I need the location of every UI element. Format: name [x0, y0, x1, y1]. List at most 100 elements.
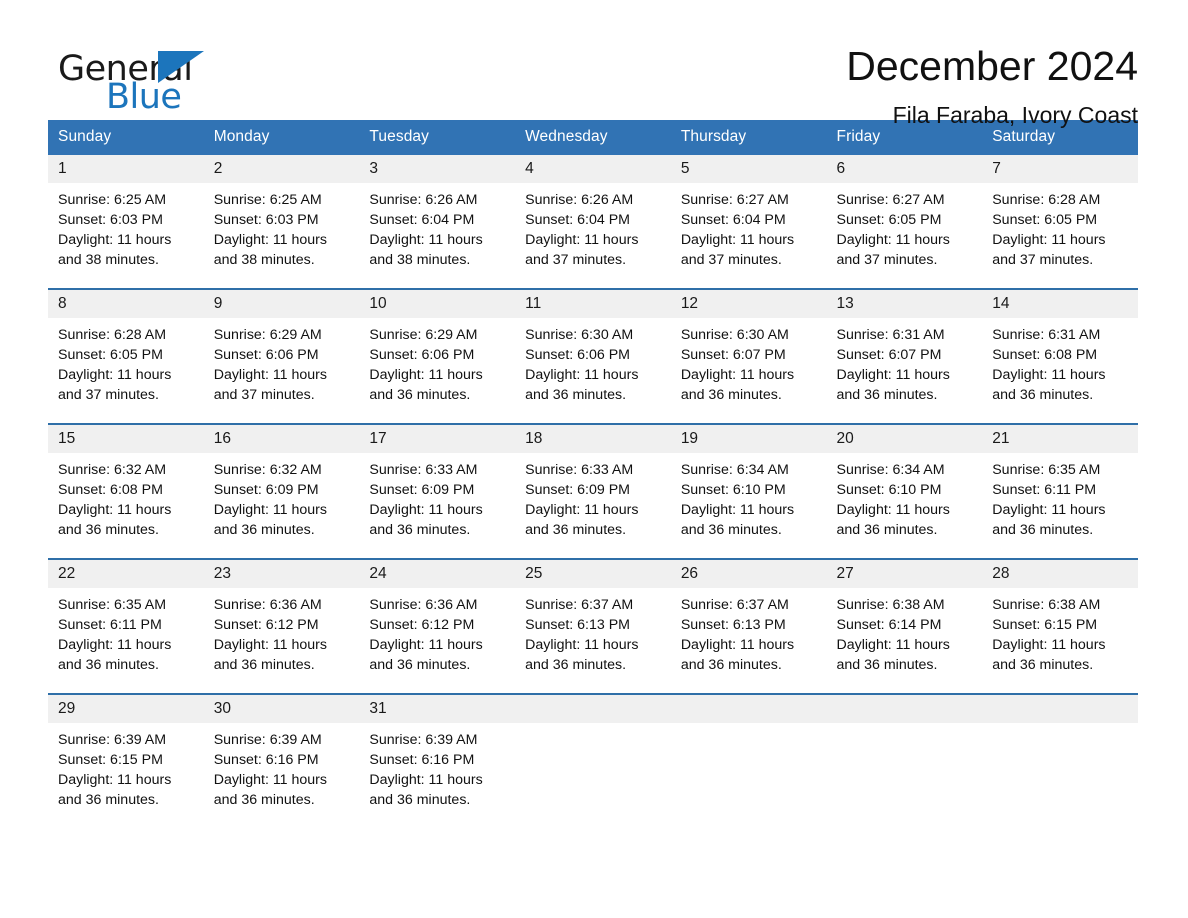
day-number: 1 [58, 160, 67, 178]
daylight-text-line1: Daylight: 11 hours [992, 232, 1106, 248]
day-cell[interactable]: 20 Sunrise: 6:34 AM Sunset: 6:10 PM Dayligh… [826, 423, 983, 559]
week-row: 22 Sunrise: 6:35 AM Sunset: 6:11 PM Dayligh… [48, 558, 1138, 694]
day-cell[interactable]: 22 Sunrise: 6:35 AM Sunset: 6:11 PM Dayligh… [48, 558, 204, 694]
sunrise-text: Sunrise: 6:30 AM [680, 327, 789, 343]
sunrise-text: Sunrise: 6:35 AM [992, 462, 1101, 478]
sunrise-text: Sunrise: 6:32 AM [58, 462, 167, 478]
day-cell[interactable]: 26 Sunrise: 6:37 AM Sunset: 6:13 PM Dayligh… [670, 558, 827, 694]
sunrise-text: Sunrise: 6:27 AM [836, 192, 945, 208]
sunset-text: Sunset: 6:15 PM [58, 752, 163, 768]
sunset-text: Sunset: 6:03 PM [58, 212, 163, 228]
daylight-text-line2: and 38 minutes. [213, 252, 315, 268]
sunset-text: Sunset: 6:06 PM [525, 347, 630, 363]
day-cell[interactable]: 3 Sunrise: 6:26 AM Sunset: 6:04 PM Daylight… [359, 155, 516, 289]
sunset-text: Sunset: 6:09 PM [213, 482, 319, 498]
day-cell[interactable]: 29 Sunrise: 6:39 AM Sunset: 6:15 PM Dayligh… [48, 693, 204, 815]
sunrise-text: Sunrise: 6:31 AM [836, 327, 945, 343]
sunrise-text: Sunrise: 6:36 AM [369, 597, 478, 613]
day-cell[interactable]: 14 Sunrise: 6:31 AM Sunset: 6:08 PM Dayligh… [982, 288, 1138, 424]
sunset-text: Sunset: 6:04 PM [680, 212, 786, 228]
day-cell[interactable]: 18 Sunrise: 6:33 AM Sunset: 6:09 PM Dayligh… [515, 423, 671, 559]
daylight-text-line2: and 36 minutes. [369, 792, 471, 808]
day-cell[interactable]: 7 Sunrise: 6:28 AM Sunset: 6:05 PM Daylight… [982, 155, 1138, 289]
daylight-text-line1: Daylight: 11 hours [369, 232, 483, 248]
daylight-text-line2: and 36 minutes. [58, 792, 159, 808]
day-cell[interactable]: 23 Sunrise: 6:36 AM Sunset: 6:12 PM Dayligh… [203, 558, 360, 694]
sunset-text: Sunset: 6:03 PM [213, 212, 319, 228]
day-cell[interactable]: 25 Sunrise: 6:37 AM Sunset: 6:13 PM Dayligh… [515, 558, 671, 694]
day-cell[interactable]: 15 Sunrise: 6:32 AM Sunset: 6:08 PM Dayligh… [48, 423, 204, 559]
calendar-body: 1 Sunrise: 6:25 AM Sunset: 6:03 PM Daylight… [48, 155, 1138, 815]
day-number: 31 [369, 700, 387, 718]
day-cell[interactable]: 31 Sunrise: 6:39 AM Sunset: 6:16 PM Dayligh… [359, 693, 516, 815]
day-cell[interactable]: 5 Sunrise: 6:27 AM Sunset: 6:04 PM Daylight… [670, 155, 827, 289]
daylight-text-line2: and 37 minutes. [836, 252, 938, 268]
sunset-text: Sunset: 6:15 PM [992, 617, 1098, 633]
day-cell[interactable]: 19 Sunrise: 6:34 AM Sunset: 6:10 PM Dayligh… [670, 423, 827, 559]
page-header: General Blue December 2024 Fila Faraba, … [0, 0, 1188, 128]
day-cell[interactable]: 6 Sunrise: 6:27 AM Sunset: 6:05 PM Daylight… [826, 155, 983, 289]
logo-text-blue: Blue [106, 77, 182, 117]
daylight-text-line1: Daylight: 11 hours [58, 367, 172, 383]
day-cell[interactable]: 30 Sunrise: 6:39 AM Sunset: 6:16 PM Dayligh… [203, 693, 360, 815]
generalblue-logo[interactable]: General Blue [58, 44, 238, 116]
sunset-text: Sunset: 6:11 PM [58, 617, 162, 633]
sunrise-text: Sunrise: 6:26 AM [525, 192, 634, 208]
day-cell[interactable]: 28 Sunrise: 6:38 AM Sunset: 6:15 PM Dayligh… [982, 558, 1138, 694]
sunset-text: Sunset: 6:06 PM [369, 347, 475, 363]
daylight-text-line2: and 36 minutes. [369, 387, 471, 403]
page-title: December 2024 [846, 43, 1138, 89]
day-cell[interactable]: 8 Sunrise: 6:28 AM Sunset: 6:05 PM Daylight… [48, 288, 204, 424]
day-number: 6 [836, 160, 846, 178]
sunset-text: Sunset: 6:10 PM [836, 482, 942, 498]
daylight-text-line2: and 36 minutes. [525, 522, 627, 538]
weekday-header-tuesday: Tuesday [359, 120, 516, 155]
daylight-text-line1: Daylight: 11 hours [680, 367, 795, 383]
sunset-text: Sunset: 6:05 PM [992, 212, 1098, 228]
weekday-header-wednesday: Wednesday [515, 120, 671, 155]
sunset-text: Sunset: 6:06 PM [213, 347, 319, 363]
daylight-text-line1: Daylight: 11 hours [992, 502, 1106, 518]
sunrise-text: Sunrise: 6:39 AM [58, 732, 167, 748]
day-cell[interactable]: 11 Sunrise: 6:30 AM Sunset: 6:06 PM Dayligh… [515, 288, 671, 424]
day-cell[interactable]: 1 Sunrise: 6:25 AM Sunset: 6:03 PM Daylight… [48, 155, 204, 289]
day-cell[interactable]: 12 Sunrise: 6:30 AM Sunset: 6:07 PM Dayligh… [670, 288, 827, 424]
week-row: 8 Sunrise: 6:28 AM Sunset: 6:05 PM Daylight… [48, 288, 1138, 424]
sunrise-text: Sunrise: 6:38 AM [992, 597, 1101, 613]
day-cell[interactable]: 10 Sunrise: 6:29 AM Sunset: 6:06 PM Dayligh… [359, 288, 516, 424]
day-cell[interactable]: 2 Sunrise: 6:25 AM Sunset: 6:03 PM Daylight… [203, 155, 360, 289]
day-number: 5 [680, 160, 690, 178]
daylight-text-line2: and 37 minutes. [58, 387, 159, 403]
day-number: 3 [369, 160, 379, 178]
day-cell[interactable]: 27 Sunrise: 6:38 AM Sunset: 6:14 PM Dayligh… [826, 558, 983, 694]
sunset-text: Sunset: 6:05 PM [58, 347, 163, 363]
daylight-text-line1: Daylight: 11 hours [525, 502, 639, 518]
daylight-text-line1: Daylight: 11 hours [992, 367, 1106, 383]
sunset-text: Sunset: 6:04 PM [525, 212, 630, 228]
daylight-text-line2: and 37 minutes. [992, 252, 1094, 268]
daylight-text-line2: and 36 minutes. [992, 387, 1094, 403]
sunset-text: Sunset: 6:14 PM [836, 617, 942, 633]
day-number: 24 [369, 565, 387, 583]
daylight-text-line2: and 38 minutes. [58, 252, 159, 268]
day-cell[interactable]: 13 Sunrise: 6:31 AM Sunset: 6:07 PM Dayligh… [826, 288, 983, 424]
sunrise-text: Sunrise: 6:37 AM [680, 597, 789, 613]
day-cell[interactable]: 9 Sunrise: 6:29 AM Sunset: 6:06 PM Daylight… [203, 288, 360, 424]
day-number: 9 [213, 295, 223, 313]
daylight-text-line1: Daylight: 11 hours [369, 772, 483, 788]
day-number: 7 [992, 160, 1001, 178]
daylight-text-line1: Daylight: 11 hours [836, 367, 950, 383]
sunrise-text: Sunrise: 6:32 AM [213, 462, 322, 478]
day-cell[interactable]: 16 Sunrise: 6:32 AM Sunset: 6:09 PM Dayligh… [203, 423, 360, 559]
day-cell[interactable]: 21 Sunrise: 6:35 AM Sunset: 6:11 PM Dayligh… [982, 423, 1138, 559]
day-cell-empty [670, 693, 827, 815]
day-cell[interactable]: 17 Sunrise: 6:33 AM Sunset: 6:09 PM Dayligh… [359, 423, 516, 559]
day-cell[interactable]: 4 Sunrise: 6:26 AM Sunset: 6:04 PM Daylight… [515, 155, 671, 289]
sunrise-text: Sunrise: 6:28 AM [58, 327, 167, 343]
day-cell[interactable]: 24 Sunrise: 6:36 AM Sunset: 6:12 PM Dayligh… [359, 558, 516, 694]
daylight-text-line2: and 36 minutes. [680, 387, 782, 403]
daylight-text-line1: Daylight: 11 hours [369, 637, 483, 653]
day-number: 25 [525, 565, 543, 583]
day-number: 11 [525, 295, 542, 313]
daylight-text-line1: Daylight: 11 hours [680, 637, 795, 653]
